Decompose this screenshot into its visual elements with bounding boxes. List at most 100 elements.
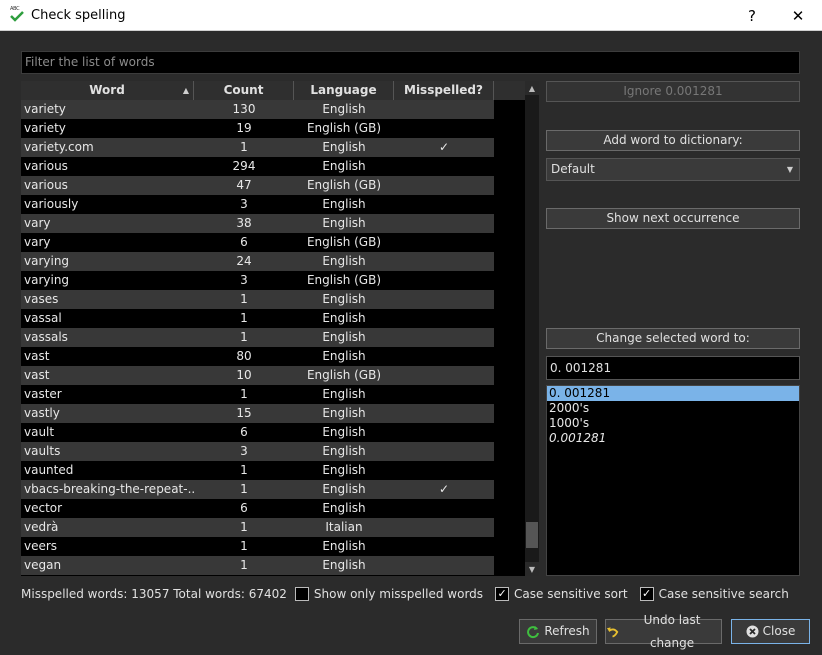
suggestion-item[interactable]: 0. 001281 (547, 386, 799, 401)
row-filler (494, 309, 525, 328)
column-header-misspelled[interactable]: Misspelled? (394, 81, 494, 100)
cell-word: vedrà (24, 520, 59, 534)
words-table[interactable]: Word ▲ Count Language Misspelled? variet… (21, 81, 525, 576)
show-next-occurrence-button[interactable]: Show next occurrence (546, 208, 800, 229)
scroll-down-icon[interactable]: ▼ (525, 562, 539, 576)
table-row[interactable]: variety.com 1 English ✓ (21, 138, 525, 157)
row-filler (494, 252, 525, 271)
cell-word: vary (24, 216, 51, 230)
suggestion-item[interactable]: 0.001281 (547, 431, 799, 446)
show-only-misspelled-checkbox[interactable]: Show only misspelled words (294, 586, 483, 601)
table-row[interactable]: vast 10 English (GB) (21, 366, 525, 385)
cell-misspelled (394, 537, 494, 556)
row-filler (494, 537, 525, 556)
change-selected-word-button[interactable]: Change selected word to: (546, 328, 800, 349)
table-row[interactable]: variety 19 English (GB) (21, 119, 525, 138)
row-filler (494, 138, 525, 157)
table-row[interactable]: vaster 1 English (21, 385, 525, 404)
cell-word: vbacs-breaking-the-repeat-... (24, 482, 194, 496)
cell-count: 1 (240, 140, 248, 154)
table-row[interactable]: vaults 3 English (21, 442, 525, 461)
cell-count: 6 (240, 425, 248, 439)
table-row[interactable]: veers 1 English (21, 537, 525, 556)
cell-misspelled (394, 404, 494, 423)
table-row[interactable]: vary 38 English (21, 214, 525, 233)
checkbox-unchecked-icon[interactable] (294, 586, 309, 601)
cell-language: English (322, 387, 366, 401)
cell-count: 10 (236, 368, 252, 382)
add-to-dictionary-button[interactable]: Add word to dictionary: (546, 130, 800, 151)
table-header: Word ▲ Count Language Misspelled? (21, 81, 525, 100)
table-row[interactable]: various 294 English (21, 157, 525, 176)
cell-word: vault (24, 425, 55, 439)
table-row[interactable]: variously 3 English (21, 195, 525, 214)
chevron-down-icon: ▼ (786, 165, 793, 174)
table-row[interactable]: variety 130 English (21, 100, 525, 119)
cell-count: 1 (240, 558, 248, 572)
cell-count: 1 (240, 387, 248, 401)
cell-misspelled (394, 366, 494, 385)
row-filler (494, 404, 525, 423)
table-row[interactable]: vassal 1 English (21, 309, 525, 328)
cell-word: variously (24, 197, 79, 211)
table-row[interactable]: vastly 15 English (21, 404, 525, 423)
help-button[interactable]: ? (729, 0, 775, 31)
cell-language: Italian (325, 520, 363, 534)
cell-count: 1 (240, 520, 248, 534)
table-row[interactable]: vary 6 English (GB) (21, 233, 525, 252)
case-sensitive-sort-checkbox[interactable]: ✓ Case sensitive sort (495, 586, 628, 601)
suggestion-item[interactable]: 1000's (547, 416, 799, 431)
refresh-button[interactable]: Refresh (519, 619, 597, 644)
close-window-button[interactable]: ✕ (775, 0, 821, 31)
cell-language: English (322, 349, 366, 363)
table-row[interactable]: vaunted 1 English (21, 461, 525, 480)
suggestion-item[interactable]: 2000's (547, 401, 799, 416)
cell-language: English (GB) (306, 235, 382, 249)
table-row[interactable]: varying 3 English (GB) (21, 271, 525, 290)
table-scrollbar[interactable]: ▲ ▼ (525, 81, 539, 576)
dictionary-select[interactable]: Default ▼ (546, 158, 800, 181)
status-row: Misspelled words: 13057 Total words: 674… (21, 586, 789, 601)
case-sensitive-search-checkbox[interactable]: ✓ Case sensitive search (639, 586, 789, 601)
table-row[interactable]: varying 24 English (21, 252, 525, 271)
table-row[interactable]: vector 6 English (21, 499, 525, 518)
close-button[interactable]: Close (731, 619, 810, 644)
column-header-count[interactable]: Count (194, 81, 294, 100)
checkbox-checked-icon[interactable]: ✓ (495, 586, 510, 601)
row-filler (494, 385, 525, 404)
cell-word: veers (24, 539, 58, 553)
cell-count: 1 (240, 292, 248, 306)
suggestions-list[interactable]: 0. 001281 2000's 1000's 0.001281 (546, 385, 800, 576)
cell-word: varying (24, 254, 70, 268)
table-row[interactable]: vegan 1 English (21, 556, 525, 575)
column-header-language[interactable]: Language (294, 81, 394, 100)
row-filler (494, 347, 525, 366)
cell-misspelled (394, 290, 494, 309)
cell-count: 80 (236, 349, 252, 363)
row-filler (494, 423, 525, 442)
table-row[interactable]: vedrà 1 Italian (21, 518, 525, 537)
filter-input[interactable]: Filter the list of words (21, 51, 800, 74)
refresh-icon (527, 625, 540, 638)
cell-misspelled (394, 328, 494, 347)
cell-misspelled (394, 442, 494, 461)
cell-language: English (322, 558, 366, 572)
table-row[interactable]: vbacs-breaking-the-repeat-... 1 English ✓ (21, 480, 525, 499)
cell-misspelled (394, 119, 494, 138)
table-row[interactable]: vast 80 English (21, 347, 525, 366)
column-header-word[interactable]: Word ▲ (21, 81, 194, 100)
table-row[interactable]: vases 1 English (21, 290, 525, 309)
scroll-thumb[interactable] (526, 522, 538, 548)
table-row[interactable]: vault 6 English (21, 423, 525, 442)
undo-last-change-button[interactable]: Undo last change (605, 613, 722, 650)
row-filler (494, 214, 525, 233)
row-filler (494, 271, 525, 290)
scroll-up-icon[interactable]: ▲ (525, 81, 539, 95)
table-row[interactable]: various 47 English (GB) (21, 176, 525, 195)
change-word-input[interactable]: 0. 001281 (546, 356, 800, 380)
cell-word: vary (24, 235, 51, 249)
cell-misspelled (394, 518, 494, 537)
checkbox-checked-icon[interactable]: ✓ (639, 586, 654, 601)
ignore-button[interactable]: Ignore 0.001281 (546, 81, 800, 102)
table-row[interactable]: vassals 1 English (21, 328, 525, 347)
